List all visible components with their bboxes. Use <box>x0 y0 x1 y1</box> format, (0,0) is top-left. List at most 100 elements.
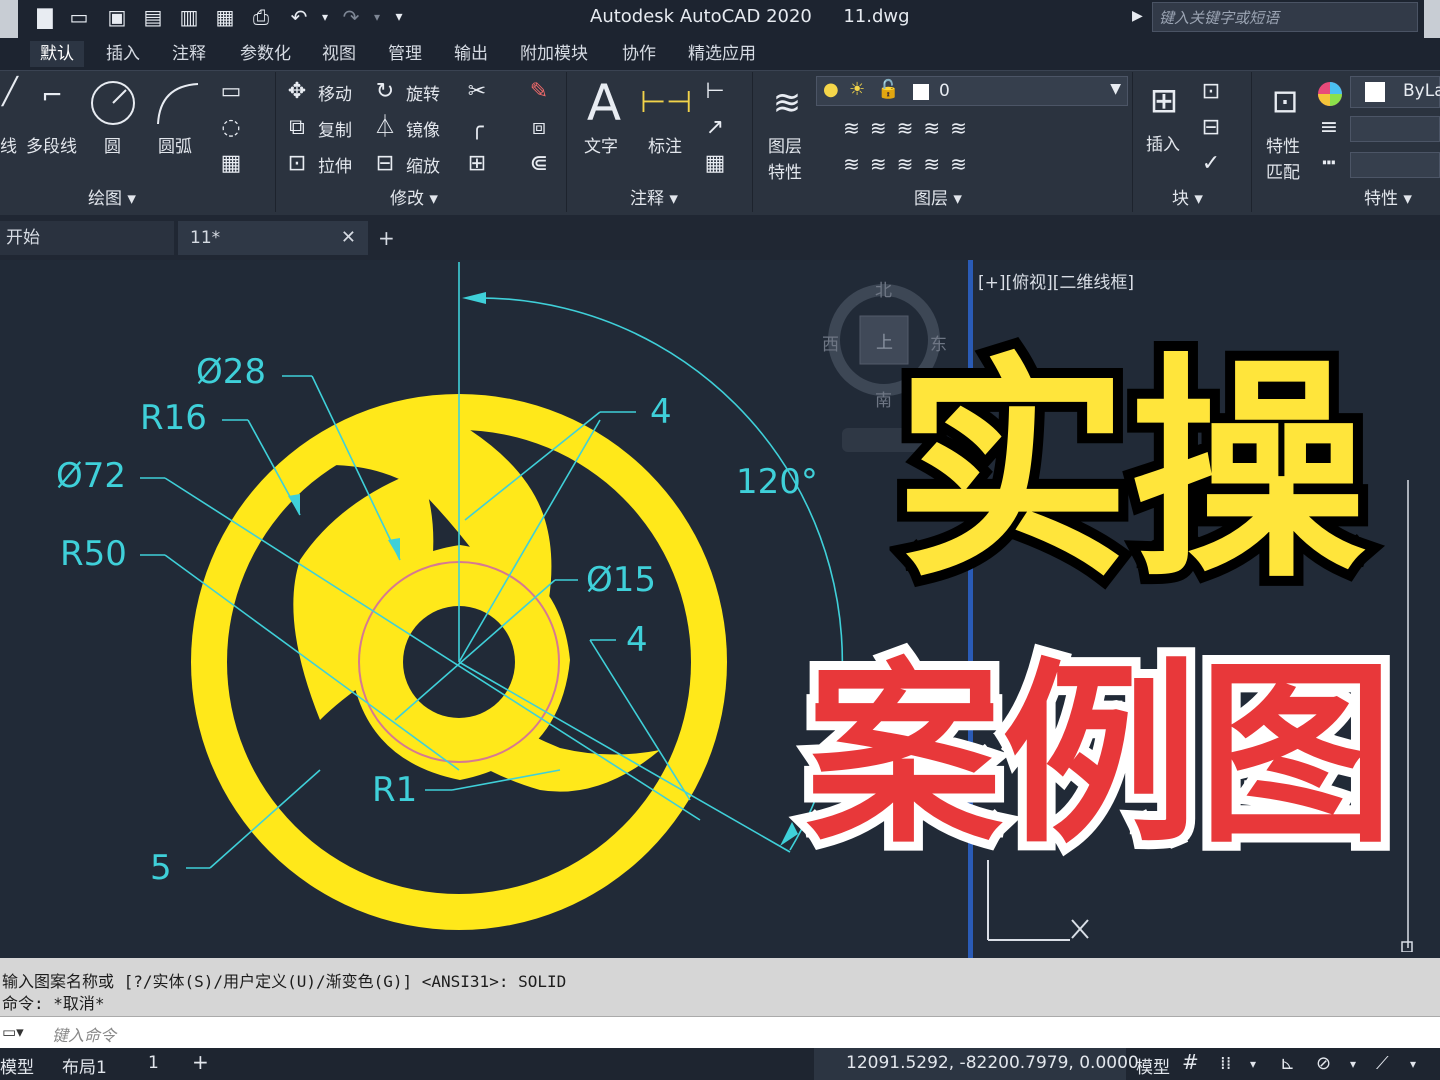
linetype-icon[interactable]: ┅ <box>1314 152 1344 176</box>
block-panel-title[interactable]: 块 ▾ <box>1172 184 1203 209</box>
tab-insert[interactable]: 插入 <box>102 41 144 67</box>
tab-layout-number[interactable]: 1 <box>148 1053 159 1073</box>
rotate-icon[interactable]: ↻ <box>372 80 398 104</box>
tab-model[interactable]: 模型 <box>0 1053 34 1078</box>
new-tab-button[interactable]: + <box>372 221 402 255</box>
viewcube-south[interactable]: 南 <box>875 386 892 411</box>
model-space-button[interactable]: 模型 <box>1136 1053 1170 1078</box>
match-properties-label-2[interactable]: 匹配 <box>1266 158 1300 183</box>
tab-manage[interactable]: 管理 <box>384 41 426 67</box>
ellipse-icon[interactable]: ◌ <box>216 116 246 140</box>
line-icon[interactable]: ╱ <box>0 79 20 130</box>
polar-dropdown-icon[interactable]: ▾ <box>1350 1057 1356 1071</box>
explode-icon[interactable]: ⧈ <box>524 116 554 140</box>
isodraft-dropdown-icon[interactable]: ▾ <box>1410 1057 1416 1071</box>
command-input[interactable]: 键入命令 <box>52 1022 116 1046</box>
viewcube-north[interactable]: 北 <box>875 276 892 301</box>
tab-start[interactable]: 开始 <box>0 221 174 255</box>
save-icon[interactable]: ▣ <box>104 4 130 30</box>
layer-dropdown[interactable]: ● ☀ 🔓 0 ▼ <box>816 76 1128 106</box>
linetype-dropdown[interactable] <box>1350 152 1440 178</box>
array-icon[interactable]: ⊞ <box>462 152 492 176</box>
rotate-label[interactable]: 旋转 <box>406 80 440 105</box>
match-properties-label-1[interactable]: 特性 <box>1266 132 1300 157</box>
rectangle-icon[interactable]: ▭ <box>216 80 246 104</box>
layer-properties-icon[interactable]: ≋ <box>762 80 812 126</box>
layer-properties-label-1[interactable]: 图层 <box>768 132 802 157</box>
tab-collaborate[interactable]: 协作 <box>618 41 660 67</box>
save-to-web-icon[interactable]: ▦ <box>212 4 238 30</box>
match-properties-icon[interactable]: ⊡ <box>1260 76 1310 126</box>
insert-block-icon[interactable]: ⊞ <box>1138 76 1190 126</box>
tab-output[interactable]: 输出 <box>450 41 492 67</box>
color-wheel-icon[interactable] <box>1316 80 1344 108</box>
add-layout-icon[interactable]: + <box>192 1050 209 1074</box>
dimension-label[interactable]: 标注 <box>648 132 682 157</box>
undo-dropdown-icon[interactable]: ▾ <box>312 4 338 30</box>
stretch-icon[interactable]: ⊡ <box>284 152 310 176</box>
tab-layout1[interactable]: 布局1 <box>62 1053 107 1078</box>
polyline-label[interactable]: 多段线 <box>26 132 77 157</box>
hatch-icon[interactable]: ▦ <box>216 152 246 176</box>
mirror-icon[interactable]: ⏃ <box>372 116 398 140</box>
tab-default[interactable]: 默认 <box>30 41 84 67</box>
customize-toolbar-icon[interactable]: ▾ <box>386 4 412 30</box>
scale-label[interactable]: 缩放 <box>406 152 440 177</box>
viewcube-top[interactable]: 上 <box>876 328 893 353</box>
color-dropdown[interactable]: ByLa <box>1350 76 1440 108</box>
erase-icon[interactable]: ✎ <box>524 80 554 104</box>
text-label[interactable]: 文字 <box>584 132 618 157</box>
create-block-icon[interactable]: ⊡ <box>1196 80 1226 104</box>
offset-icon[interactable]: ⋐ <box>524 152 554 176</box>
command-prompt-icon[interactable]: ▭▾ <box>2 1023 24 1041</box>
circle-label[interactable]: 圆 <box>104 132 121 157</box>
viewcube-west[interactable]: 西 <box>822 330 839 355</box>
annotation-panel-title[interactable]: 注释 ▾ <box>630 184 678 209</box>
open-file-icon[interactable]: ▭ <box>66 4 92 30</box>
polyline-icon[interactable]: ⌐ <box>30 83 74 124</box>
arc-label[interactable]: 圆弧 <box>158 132 192 157</box>
arc-icon[interactable] <box>150 78 202 128</box>
draw-panel-title[interactable]: 绘图 ▾ <box>88 184 136 209</box>
copy-label[interactable]: 复制 <box>318 116 352 141</box>
scale-icon[interactable]: ⊟ <box>372 152 398 176</box>
fillet-icon[interactable]: ╭ <box>462 116 492 140</box>
save-as-icon[interactable]: ▤ <box>140 4 166 30</box>
new-file-icon[interactable]: ▇ <box>32 4 58 30</box>
ortho-icon[interactable]: ⊾ <box>1280 1053 1295 1074</box>
block-attribute-icon[interactable]: ✓ <box>1196 152 1226 176</box>
plot-icon[interactable]: ⎙ <box>248 4 274 30</box>
layer-properties-label-2[interactable]: 特性 <box>768 158 802 183</box>
grid-icon[interactable]: # <box>1182 1050 1199 1074</box>
open-from-web-icon[interactable]: ▥ <box>176 4 202 30</box>
close-tab-icon[interactable]: ✕ <box>341 221 356 255</box>
tab-drawing[interactable]: 11* ✕ <box>178 221 368 255</box>
move-icon[interactable]: ✥ <box>284 80 310 104</box>
lineweight-dropdown[interactable] <box>1350 116 1440 142</box>
stretch-label[interactable]: 拉伸 <box>318 152 352 177</box>
edit-block-icon[interactable]: ⊟ <box>1196 116 1226 140</box>
tab-addins[interactable]: 附加模块 <box>516 41 592 67</box>
move-label[interactable]: 移动 <box>318 80 352 105</box>
command-line[interactable]: ▭▾ 键入命令 <box>0 1016 1440 1049</box>
table-icon[interactable]: ▦ <box>700 152 730 176</box>
snap-icon[interactable]: ⁞⁞ <box>1220 1053 1231 1074</box>
search-input[interactable]: 键入关键字或短语 <box>1152 2 1418 32</box>
tab-view[interactable]: 视图 <box>318 41 360 67</box>
expand-arrow-icon[interactable]: ▶ <box>1132 8 1143 24</box>
tab-parametric[interactable]: 参数化 <box>236 41 295 67</box>
tab-annotate[interactable]: 注释 <box>168 41 210 67</box>
undo-icon[interactable]: ↶ <box>286 4 312 30</box>
layer-tools-row2-icon[interactable]: ≋≋≋≋≋ <box>820 152 1000 176</box>
polar-icon[interactable]: ⊘ <box>1316 1053 1331 1074</box>
viewport-controls-label[interactable]: [+][俯视][二维线框] <box>978 268 1134 293</box>
isodraft-icon[interactable]: ⟋ <box>1376 1053 1389 1074</box>
linear-dimension-icon[interactable]: ⊢ <box>700 80 730 104</box>
dimension-icon[interactable]: ⊢⊣ <box>640 80 692 126</box>
mirror-label[interactable]: 镜像 <box>406 116 440 141</box>
text-icon[interactable]: A <box>582 76 626 130</box>
layers-panel-title[interactable]: 图层 ▾ <box>914 184 962 209</box>
properties-panel-title[interactable]: 特性 ▾ <box>1364 184 1412 209</box>
modify-panel-title[interactable]: 修改 ▾ <box>390 184 438 209</box>
redo-icon[interactable]: ↷ <box>338 4 364 30</box>
